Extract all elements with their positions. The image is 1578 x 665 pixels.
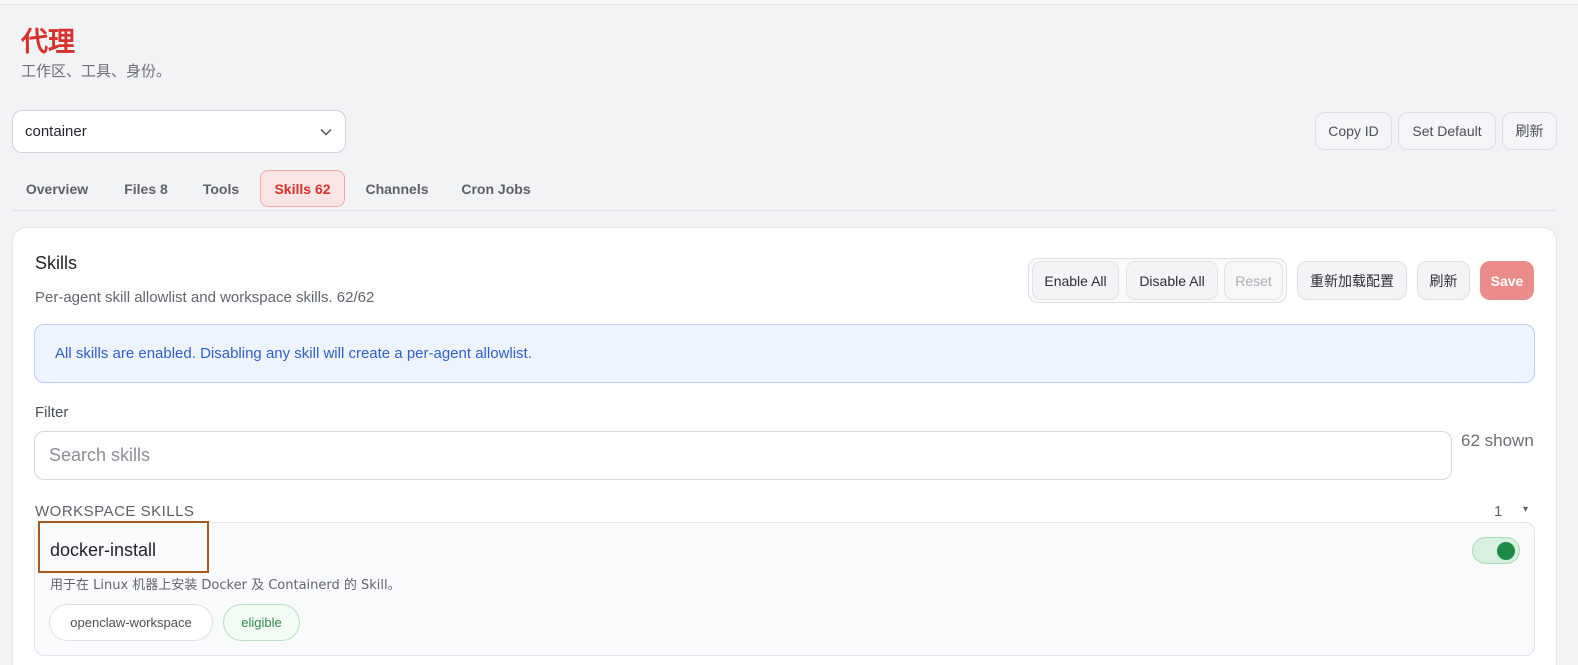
skills-title: Skills (35, 253, 78, 273)
copy-id-button[interactable]: Copy ID (1315, 112, 1392, 150)
allowlist-notice: All skills are enabled. Disabling any sk… (34, 324, 1535, 383)
skills-refresh-button[interactable]: 刷新 (1417, 261, 1470, 300)
shown-count: 62 shown (1461, 431, 1534, 450)
tab-tools[interactable]: Tools (192, 170, 250, 207)
tab-files[interactable]: Files 8 (112, 170, 180, 207)
agent-tabs: Overview Files 8 Tools Skills 62 Channel… (12, 168, 1556, 211)
chevron-down-icon (319, 125, 333, 139)
tab-channels[interactable]: Channels (356, 170, 438, 207)
tab-skills[interactable]: Skills 62 (260, 170, 345, 207)
skill-status-badge: eligible (223, 604, 300, 641)
agent-select[interactable]: container (12, 110, 346, 153)
reload-config-button[interactable]: 重新加载配置 (1297, 261, 1407, 300)
search-input[interactable] (34, 431, 1452, 480)
bulk-action-group: Enable All Disable All Reset (1028, 258, 1287, 303)
set-default-button[interactable]: Set Default (1398, 112, 1496, 150)
collapse-caret-icon[interactable]: ▾ (1523, 504, 1528, 515)
disable-all-button[interactable]: Disable All (1126, 261, 1218, 300)
workspace-skills-count: 1 (1494, 503, 1503, 520)
skill-name: docker-install (50, 540, 157, 560)
skill-description: 用于在 Linux 机器上安装 Docker 及 Containerd 的 Sk… (50, 578, 401, 593)
save-button[interactable]: Save (1480, 261, 1534, 300)
workspace-skills-label: WORKSPACE SKILLS (35, 503, 195, 520)
page-title: 代理 (21, 27, 75, 58)
tab-overview[interactable]: Overview (14, 170, 100, 207)
header-refresh-button[interactable]: 刷新 (1502, 112, 1557, 150)
skills-subtitle: Per-agent skill allowlist and workspace … (35, 289, 375, 306)
toggle-knob (1497, 542, 1515, 560)
filter-label: Filter (35, 404, 69, 421)
skills-card: Skills Per-agent skill allowlist and wor… (12, 227, 1557, 665)
enable-all-button[interactable]: Enable All (1032, 261, 1119, 300)
skill-enabled-toggle[interactable] (1472, 537, 1520, 564)
top-border (0, 0, 1578, 5)
reset-button[interactable]: Reset (1224, 261, 1283, 300)
agent-select-value: container (25, 123, 87, 140)
tab-cron-jobs[interactable]: Cron Jobs (452, 170, 540, 207)
skill-row: docker-install 用于在 Linux 机器上安装 Docker 及 … (34, 521, 1535, 656)
page-subtitle: 工作区、工具、身份。 (21, 62, 172, 80)
skill-source-badge: openclaw-workspace (49, 604, 213, 641)
